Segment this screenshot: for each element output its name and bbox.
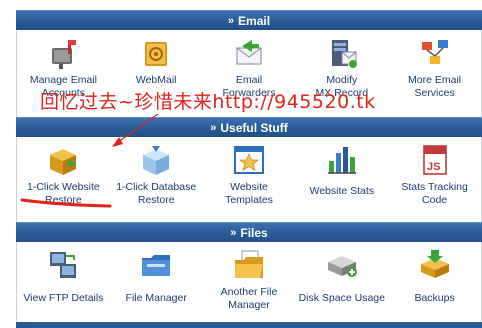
files-section-title: Files bbox=[240, 225, 268, 240]
one-click-database-restore-button[interactable]: 1-Click Database Restore bbox=[110, 137, 203, 224]
website-stats-button[interactable]: Website Stats bbox=[295, 137, 388, 224]
folder-icon bbox=[142, 255, 171, 276]
backup-icon bbox=[420, 250, 449, 278]
next-section-header bbox=[16, 322, 482, 328]
js-icon: JS bbox=[422, 145, 447, 175]
email-services-icon bbox=[421, 40, 448, 64]
webmail-icon bbox=[145, 42, 168, 66]
view-ftp-details-button[interactable]: View FTP Details bbox=[17, 242, 110, 328]
one-click-website-restore-button[interactable]: 1-Click Website Restore bbox=[17, 137, 110, 224]
header-arrow: » bbox=[227, 14, 235, 27]
another-file-manager-button[interactable]: Another File Manager bbox=[203, 242, 296, 328]
files-section: » Files View FTP Details File Manager An… bbox=[16, 222, 482, 328]
template-icon bbox=[233, 146, 264, 174]
backups-button[interactable]: Backups bbox=[388, 242, 481, 328]
item-label: Stats Tracking Code bbox=[401, 181, 468, 206]
item-label: Website Templates bbox=[225, 181, 273, 206]
header-arrow: » bbox=[210, 121, 217, 134]
item-label: Another File Manager bbox=[220, 286, 278, 311]
website-templates-button[interactable]: Website Templates bbox=[203, 137, 296, 224]
item-label: Disk Space Usage bbox=[298, 292, 385, 304]
item-label: Website Stats bbox=[309, 185, 375, 197]
watermark-text: 回忆过去~珍惜未来http://945520.tk bbox=[40, 91, 376, 113]
forwarder-icon bbox=[236, 40, 262, 65]
header-arrow: » bbox=[230, 226, 237, 239]
useful-stuff-section-title: Useful Stuff bbox=[220, 120, 288, 135]
box-icon bbox=[50, 149, 77, 175]
file-manager-button[interactable]: File Manager bbox=[110, 242, 203, 328]
mx-record-icon bbox=[331, 40, 357, 68]
more-email-services-button[interactable]: More Email Services bbox=[388, 30, 481, 118]
item-label: Backups bbox=[414, 292, 455, 304]
stats-icon bbox=[327, 147, 356, 174]
files-section-header[interactable]: » Files bbox=[16, 222, 482, 242]
item-label: View FTP Details bbox=[23, 292, 104, 304]
useful-stuff-section-header[interactable]: » Useful Stuff bbox=[16, 117, 482, 137]
ftp-icon bbox=[50, 252, 77, 278]
item-label: More Email Services bbox=[408, 74, 462, 99]
disk-icon bbox=[327, 256, 357, 277]
stats-tracking-code-button[interactable]: JS Stats Tracking Code bbox=[388, 137, 481, 224]
item-label: 1-Click Website Restore bbox=[27, 181, 100, 206]
disk-space-usage-button[interactable]: Disk Space Usage bbox=[295, 242, 388, 328]
folder-open-icon bbox=[234, 250, 263, 278]
svg-text:JS: JS bbox=[427, 161, 440, 173]
email-section-title: Email bbox=[238, 13, 271, 28]
useful-stuff-section: » Useful Stuff 1-Click Website Restore 1… bbox=[16, 117, 482, 225]
database-box-icon bbox=[143, 146, 170, 175]
item-label: WebMail bbox=[135, 74, 177, 86]
item-label: 1-Click Database Restore bbox=[116, 181, 197, 206]
email-section-header[interactable]: » Email bbox=[16, 10, 482, 30]
mailbox-icon bbox=[52, 40, 77, 69]
item-label: File Manager bbox=[125, 292, 187, 304]
